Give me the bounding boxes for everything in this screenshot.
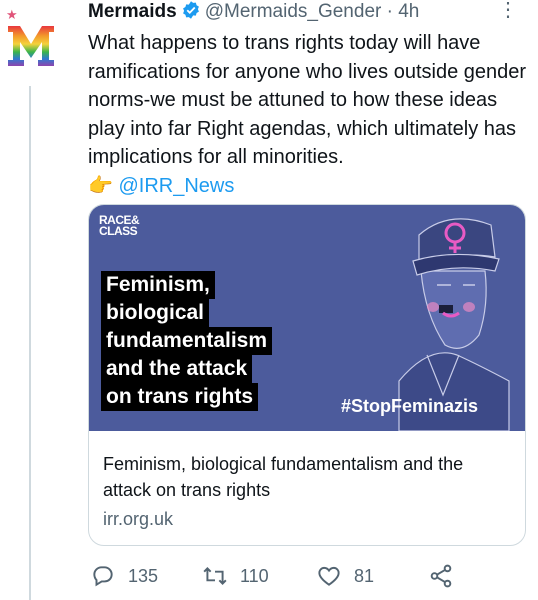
mention-line: 👉 @IRR_News (88, 172, 528, 201)
card-body[interactable]: Feminism, biological fundamentalism and … (89, 431, 525, 545)
timestamp[interactable]: 4h (398, 1, 419, 22)
like-icon (318, 566, 340, 586)
headline-line: and the attack (101, 355, 253, 383)
pointing-hand-emoji: 👉 (88, 174, 113, 197)
retweet-count: 110 (240, 565, 269, 586)
card-image[interactable]: RACE& CLASS Feminism, biological fundame… (89, 205, 525, 431)
reply-icon (93, 566, 113, 587)
reply-button[interactable]: 135 (90, 561, 158, 591)
headline-line: on trans rights (101, 383, 259, 411)
author-handle[interactable]: @Mermaids_Gender (205, 1, 382, 22)
mention-link[interactable]: @IRR_News (118, 175, 234, 197)
link-card[interactable]: RACE& CLASS Feminism, biological fundame… (88, 204, 526, 546)
thread-line (29, 86, 31, 600)
verified-badge-icon (181, 0, 201, 27)
more-icon[interactable]: ⋮ (498, 0, 518, 20)
tweet-body: What happens to trans rights today will … (88, 32, 527, 168)
headline-line: biological (101, 299, 210, 327)
race-class-logo: RACE& CLASS (99, 213, 140, 238)
headline-line: fundamentalism (101, 327, 273, 355)
tweet-header: Mermaids @Mermaids_Gender · 4h (88, 0, 528, 24)
retweet-icon (203, 567, 227, 585)
retweet-button[interactable]: 110 (202, 561, 269, 591)
mermaids-logo (8, 26, 54, 66)
separator-dot: · (386, 1, 393, 22)
headline-line: Feminism, (101, 271, 215, 299)
share-icon (430, 564, 452, 588)
author-name[interactable]: Mermaids (88, 1, 177, 22)
card-domain: irr.org.uk (103, 509, 174, 529)
tweet-text: What happens to trans rights today will … (88, 29, 528, 200)
share-button[interactable] (428, 561, 466, 591)
image-hashtag: #StopFeminazis (341, 396, 479, 416)
avatar[interactable]: ★ (0, 0, 62, 86)
like-count: 81 (354, 565, 375, 586)
like-button[interactable]: 81 (316, 561, 374, 591)
card-title: Feminism, biological fundamentalism and … (103, 454, 464, 500)
reply-count: 135 (128, 565, 159, 586)
image-headline: Feminism, biological fundamentalism and … (101, 271, 273, 411)
action-bar: 135 110 81 (88, 561, 528, 591)
